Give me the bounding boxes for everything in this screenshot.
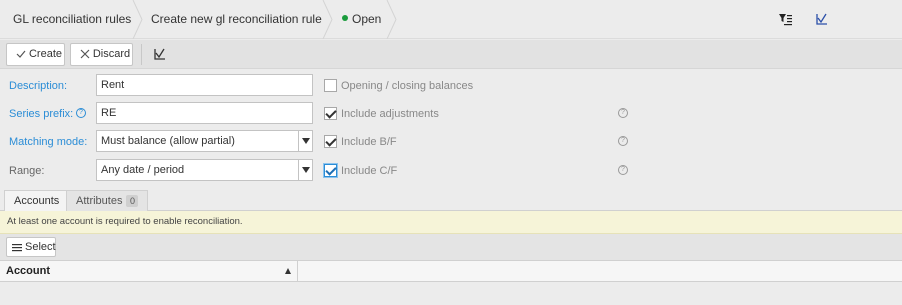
breadcrumb-separator [322, 0, 334, 39]
help-circle-icon[interactable]: ? [618, 136, 628, 146]
breadcrumb-separator [386, 0, 398, 39]
status-dot-icon [342, 15, 348, 21]
opening-closing-label: Opening / closing balances [341, 80, 474, 92]
include-bf-label: Include B/F [341, 136, 397, 148]
tab-attributes-label: Attributes [76, 195, 123, 207]
sign-off-icon[interactable] [153, 47, 167, 61]
help-circle-icon[interactable]: ? [618, 108, 628, 118]
sort-ascending-icon[interactable] [285, 268, 291, 274]
tab-accounts[interactable]: Accounts [4, 190, 70, 212]
range-value: Any date / period [101, 164, 185, 176]
include-adjustments-label: Include adjustments [341, 108, 439, 120]
description-field[interactable] [96, 74, 313, 96]
tab-attributes[interactable]: Attributes 0 [66, 190, 149, 211]
breadcrumb: GL reconciliation rules Create new gl re… [0, 0, 902, 39]
discard-button-label: Discard [92, 48, 131, 60]
opening-closing-checkbox[interactable] [324, 79, 337, 92]
warning-notice: At least one account is required to enab… [0, 211, 902, 234]
include-bf-checkbox[interactable] [324, 135, 337, 148]
create-button-label: Create [28, 48, 63, 60]
count-badge: 0 [126, 195, 139, 207]
list-icon [12, 244, 22, 252]
select-button[interactable]: Select [6, 237, 56, 257]
description-label: Description: [9, 80, 68, 92]
include-cf-label: Include C/F [341, 165, 398, 177]
series-prefix-field[interactable] [96, 102, 313, 124]
matching-mode-label: Matching mode: [9, 136, 88, 148]
include-cf-checkbox[interactable] [324, 164, 337, 177]
matching-mode-value: Must balance (allow partial) [101, 135, 235, 147]
range-select[interactable]: Any date / period [96, 159, 313, 181]
matching-mode-select[interactable]: Must balance (allow partial) [96, 130, 313, 152]
breadcrumb-separator [132, 0, 144, 39]
check-icon [16, 50, 26, 58]
breadcrumb-create-rule[interactable]: Create new gl reconciliation rule [151, 0, 322, 39]
chevron-down-icon[interactable] [298, 131, 312, 151]
accounts-toolbar: Select [0, 234, 902, 260]
toolbar: Create Discard [0, 40, 902, 69]
accounts-grid-header: Account [0, 260, 902, 282]
close-icon [80, 49, 90, 59]
breadcrumb-gl-reconciliation-rules[interactable]: GL reconciliation rules [13, 0, 131, 39]
column-header-account[interactable]: Account [0, 261, 298, 281]
series-prefix-label: Series prefix: [9, 108, 74, 120]
toolbar-divider [141, 44, 142, 65]
filter-list-icon[interactable] [779, 12, 793, 26]
column-header-label: Account [6, 265, 50, 277]
status-badge: Open [342, 0, 381, 39]
create-button[interactable]: Create [6, 43, 65, 66]
accounts-grid-body [0, 282, 902, 305]
sign-off-icon[interactable] [815, 12, 829, 26]
select-button-label: Select [25, 241, 56, 253]
help-circle-icon[interactable]: ? [618, 165, 628, 175]
include-adjustments-checkbox[interactable] [324, 107, 337, 120]
help-circle-icon[interactable]: ? [76, 108, 86, 118]
range-label: Range: [9, 165, 45, 177]
chevron-down-icon[interactable] [298, 160, 312, 180]
tab-accounts-label: Accounts [14, 195, 60, 207]
discard-button[interactable]: Discard [70, 43, 133, 66]
status-text: Open [352, 12, 382, 26]
